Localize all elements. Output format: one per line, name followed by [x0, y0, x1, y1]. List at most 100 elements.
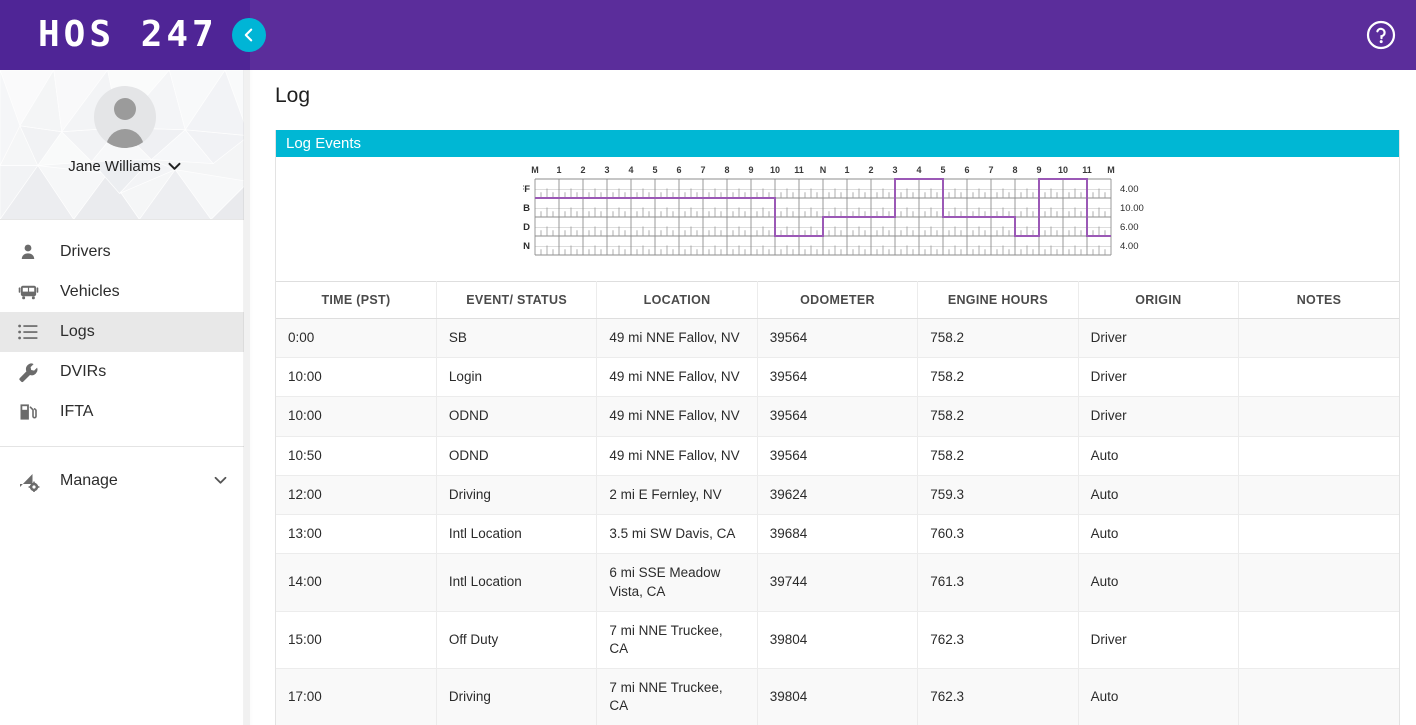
table-row[interactable]: 17:00Driving7 mi NNE Truckee, CA39804762…: [276, 669, 1399, 725]
svg-text:11: 11: [1082, 165, 1092, 175]
sidebar-item-dvirs[interactable]: DVIRs: [0, 352, 249, 392]
chevron-down-icon: [214, 472, 227, 490]
table-row[interactable]: 0:00SB49 mi NNE Fallov, NV39564758.2Driv…: [276, 319, 1399, 358]
svg-text:1: 1: [556, 165, 561, 175]
cell-event-status: Login: [436, 358, 596, 397]
sidebar-divider: [0, 446, 249, 447]
column-header-notes[interactable]: NOTES: [1239, 282, 1399, 319]
profile-panel: Jane Williams: [0, 70, 249, 220]
cell-notes: [1239, 611, 1399, 668]
chevron-left-icon: [241, 27, 257, 43]
cell-notes: [1239, 669, 1399, 725]
table-row[interactable]: 15:00Off Duty7 mi NNE Truckee, CA3980476…: [276, 611, 1399, 668]
cell-time: 10:00: [276, 397, 436, 436]
cell-notes: [1239, 436, 1399, 475]
sidebar-nav: Drivers Vehicles: [0, 220, 249, 501]
cell-time: 10:50: [276, 436, 436, 475]
cell-time: 14:00: [276, 554, 436, 611]
cell-engine-hours: 761.3: [918, 554, 1078, 611]
svg-text:6.00: 6.00: [1120, 222, 1139, 233]
svg-text:6: 6: [676, 165, 681, 175]
column-header-origin[interactable]: ORIGIN: [1078, 282, 1238, 319]
table-body: 0:00SB49 mi NNE Fallov, NV39564758.2Driv…: [276, 319, 1399, 725]
sidebar-scrollbar[interactable]: [244, 70, 250, 725]
column-header-engine-hours[interactable]: ENGINE HOURS: [918, 282, 1078, 319]
cell-odometer: 39804: [757, 669, 917, 725]
column-header-event-status[interactable]: EVENT/ STATUS: [436, 282, 596, 319]
column-header-odometer[interactable]: ODOMETER: [757, 282, 917, 319]
log-events-card: Log Events M1234567891011N1234567891011M…: [275, 130, 1400, 725]
table-header-row: TIME (PST) EVENT/ STATUS LOCATION ODOMET…: [276, 282, 1399, 319]
sidebar-item-label: Drivers: [60, 243, 111, 261]
svg-text:2: 2: [580, 165, 585, 175]
sidebar-item-label: Vehicles: [60, 283, 120, 301]
cell-origin: Driver: [1078, 397, 1238, 436]
bus-icon: [18, 280, 48, 304]
column-header-time[interactable]: TIME (PST): [276, 282, 436, 319]
cell-origin: Auto: [1078, 515, 1238, 554]
cell-event-status: ODND: [436, 397, 596, 436]
cell-origin: Auto: [1078, 475, 1238, 514]
card-header: Log Events: [276, 130, 1399, 157]
table-row[interactable]: 10:50ODND49 mi NNE Fallov, NV39564758.2A…: [276, 436, 1399, 475]
list-icon: [18, 320, 48, 344]
table-row[interactable]: 13:00Intl Location3.5 mi SW Davis, CA396…: [276, 515, 1399, 554]
svg-text:8: 8: [1012, 165, 1017, 175]
column-header-location[interactable]: LOCATION: [597, 282, 757, 319]
cell-odometer: 39564: [757, 358, 917, 397]
cell-event-status: SB: [436, 319, 596, 358]
cell-notes: [1239, 554, 1399, 611]
svg-text:1: 1: [844, 165, 849, 175]
svg-text:2: 2: [868, 165, 873, 175]
svg-text:9: 9: [1036, 165, 1041, 175]
cell-engine-hours: 758.2: [918, 319, 1078, 358]
table-row[interactable]: 10:00ODND49 mi NNE Fallov, NV39564758.2D…: [276, 397, 1399, 436]
cell-engine-hours: 758.2: [918, 436, 1078, 475]
duty-status-graph[interactable]: M1234567891011N1234567891011MOFFSBDON4.0…: [523, 163, 1167, 261]
svg-text:ON: ON: [523, 241, 530, 252]
svg-text:10: 10: [1058, 165, 1068, 175]
cell-location: 2 mi E Fernley, NV: [597, 475, 757, 514]
main-content: Log Log Events M1234567891011N1234567891…: [250, 70, 1416, 725]
svg-text:6: 6: [964, 165, 969, 175]
sidebar-item-vehicles[interactable]: Vehicles: [0, 272, 249, 312]
cell-engine-hours: 762.3: [918, 611, 1078, 668]
cell-notes: [1239, 475, 1399, 514]
table-row[interactable]: 14:00Intl Location6 mi SSE Meadow Vista,…: [276, 554, 1399, 611]
cell-event-status: Intl Location: [436, 515, 596, 554]
cell-event-status: Driving: [436, 475, 596, 514]
svg-text:4: 4: [916, 165, 921, 175]
log-graph-container: M1234567891011N1234567891011MOFFSBDON4.0…: [276, 157, 1399, 281]
cell-odometer: 39744: [757, 554, 917, 611]
sidebar-item-manage[interactable]: Manage: [0, 461, 249, 501]
cell-engine-hours: 758.2: [918, 358, 1078, 397]
cell-event-status: Driving: [436, 669, 596, 725]
profile-name-dropdown[interactable]: Jane Williams: [0, 158, 249, 175]
wrench-icon: [18, 360, 48, 384]
cell-event-status: ODND: [436, 436, 596, 475]
sidebar-item-ifta[interactable]: IFTA: [0, 392, 249, 432]
svg-text:5: 5: [652, 165, 657, 175]
table-row[interactable]: 12:00Driving2 mi E Fernley, NV39624759.3…: [276, 475, 1399, 514]
cell-odometer: 39684: [757, 515, 917, 554]
table-row[interactable]: 10:00Login49 mi NNE Fallov, NV39564758.2…: [276, 358, 1399, 397]
chevron-down-icon: [168, 162, 181, 171]
person-icon: [18, 240, 48, 264]
cell-location: 3.5 mi SW Davis, CA: [597, 515, 757, 554]
sidebar: Jane Williams Drivers: [0, 70, 250, 725]
cell-origin: Driver: [1078, 358, 1238, 397]
help-button[interactable]: [1364, 18, 1398, 52]
cell-time: 15:00: [276, 611, 436, 668]
sidebar-item-drivers[interactable]: Drivers: [0, 232, 249, 272]
sidebar-item-logs[interactable]: Logs: [0, 312, 249, 352]
cell-time: 12:00: [276, 475, 436, 514]
cell-time: 10:00: [276, 358, 436, 397]
cell-odometer: 39564: [757, 436, 917, 475]
sidebar-collapse-button[interactable]: [232, 18, 266, 52]
profile-name-label: Jane Williams: [68, 158, 161, 175]
svg-text:5: 5: [940, 165, 945, 175]
sidebar-item-label: Logs: [60, 323, 95, 341]
cell-origin: Auto: [1078, 554, 1238, 611]
avatar-body: [106, 129, 144, 148]
sidebar-item-label: DVIRs: [60, 363, 106, 381]
